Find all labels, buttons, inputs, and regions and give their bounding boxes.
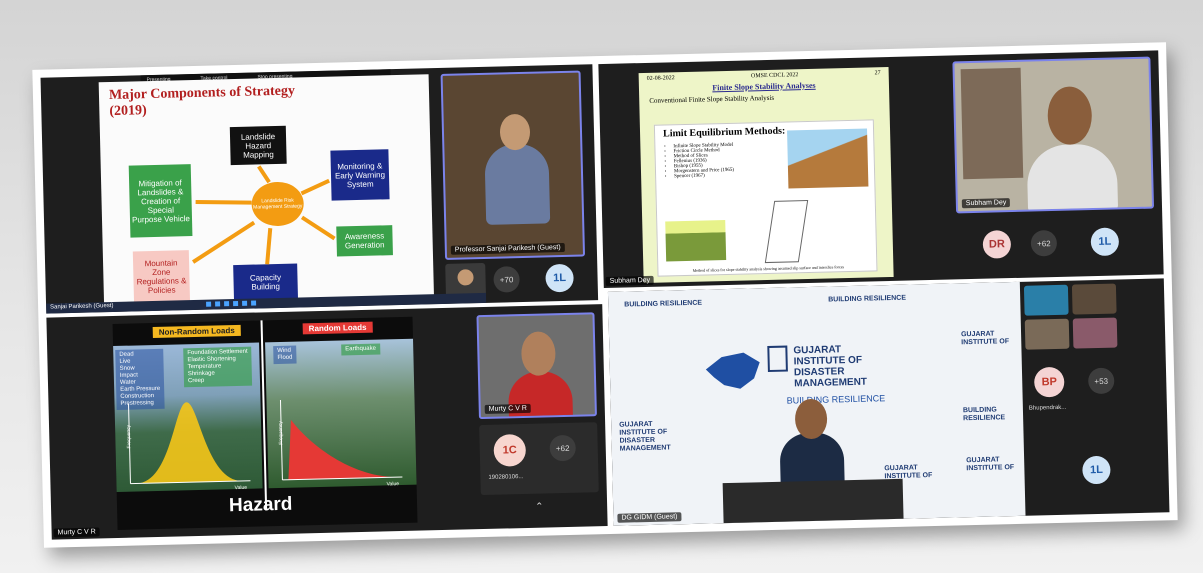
person-head [1047,86,1093,146]
gidm-logo-small: BUILDING RESILIENCE [828,295,906,305]
participant-avatar-1c[interactable]: 1C [493,433,527,467]
search-icon[interactable] [215,301,221,307]
hazard-heading: Hazard [228,493,293,517]
meeting-panel-gidm: GUJARAT INSTITUTE OF DISASTER MANAGEMENT… [607,278,1170,526]
overflow-participants-button[interactable]: +62 [1030,229,1058,257]
gidm-logo-text: GUJARAT INSTITUTE OF DISASTER MANAGEMENT [793,344,868,390]
teams-icon[interactable] [242,300,248,306]
axis-value-left: Value [234,484,248,492]
label-nonrandom-loads: Non-Random Loads [152,324,241,339]
axis-frequency-left: Frequency [125,424,133,449]
video-tile-presenter[interactable]: Subham Dey [952,56,1155,214]
org-line: INSTITUTE OF [793,354,863,368]
slide-date: 02-08-2022 [646,75,675,82]
distribution-curves [128,399,403,485]
meeting-collage: Presenting Take control Stop presenting … [32,42,1178,548]
presenter-name-tag: Murty C V R [484,403,531,414]
tagline-small: BUILDING RESILIENCE [828,294,907,304]
axis-value-right: Value [386,481,400,488]
files-icon[interactable] [224,301,230,307]
shared-slide: Major Components of Strategy (2019) Land… [98,74,434,305]
tagline-small: BUILDING RESILIENCE [962,406,1006,423]
participant-avatar-dr[interactable]: DR [982,230,1012,259]
gidm-logo-icon [767,345,788,373]
slide-page: 27 [874,70,881,77]
meeting-panel-hazard: Non-Random Loads Random Loads Dead Live … [46,304,608,540]
slide-content-box: Limit Equilibrium Methods: Infinite Slop… [653,119,878,277]
presenter-name-tag: DG GIDM (Guest) [617,512,682,523]
org-line: MANAGEMENT [619,444,671,453]
org-line: INSTITUTE OF [966,464,1015,473]
speaker-desk [722,478,904,524]
random-list: Wind Flood [273,345,297,365]
bookshelf [960,67,1024,180]
slide-caption: Method of slices for slope stability ana… [692,264,845,273]
mail-icon[interactable] [251,300,257,306]
gidm-logo-small: BUILDING RESILIENCE [624,300,702,310]
participant-thumb[interactable] [1023,284,1069,316]
person-head [520,331,556,377]
participant-thumb [457,269,474,286]
taskbar-label: Sanjai Parikesh (Guest) [50,303,114,311]
person-silhouette [484,143,551,225]
person-body [1026,143,1119,212]
shared-slide: 02-08-2022 OMSE CDCL 2022 27 Finite Slop… [638,67,894,284]
tagline-small: BUILDING RESILIENCE [624,299,703,309]
taskbar-icons[interactable] [206,300,257,307]
video-tile-presenter[interactable]: Murty C V R [476,312,597,420]
participant-thumb[interactable] [1024,318,1070,350]
meeting-panel-landslide-strategy: Presenting Take control Stop presenting … [40,64,599,314]
participant-avatar[interactable]: 1L [545,263,574,293]
gidm-logo-small: BUILDING RESILIENCE [963,406,1023,423]
slide-event: OMSE CDCL 2022 [750,72,799,80]
participant-avatar-bp[interactable]: BP [1033,366,1065,398]
arrows [191,165,336,265]
overflow-participants-button[interactable]: +62 [549,434,577,462]
overflow-participants-button[interactable]: +70 [493,266,520,293]
avatar-caption: 190280106... [488,474,524,481]
presenter-name-tag: Subham Dey [961,198,1011,209]
meeting-panel-slope-stability: 02-08-2022 OMSE CDCL 2022 27 Finite Slop… [598,50,1164,289]
axis-frequency-right: Frequency [277,421,285,445]
org-line: MANAGEMENT [794,376,868,390]
avatar-caption: Bhupendrak... [1028,404,1067,412]
gidm-logo-small: GUJARAT INSTITUTE OF [966,456,1014,473]
speaker [771,398,853,490]
collage-grid: Presenting Take control Stop presenting … [40,50,1170,540]
slope-illustration [787,128,869,189]
participant-thumb[interactable] [1071,283,1117,315]
slice-diagram [764,200,809,264]
bottom-left-name: Murty C V R [53,527,100,538]
gidm-logo-small: GUJARAT INSTITUTE OF DISASTER MANAGEMENT [619,420,671,453]
org-line: INSTITUTE OF [961,338,1010,347]
random-list-2: Earthquake [341,343,381,356]
load-item: Earthquake [345,345,377,353]
label-random-loads: Random Loads [302,321,373,335]
slices-illustration [665,220,727,262]
gujarat-map-icon [705,352,760,389]
start-icon[interactable] [206,301,212,307]
browser-icon[interactable] [233,300,239,307]
shared-slide-hazard: Non-Random Loads Random Loads Dead Live … [112,316,418,530]
gidm-backdrop: GUJARAT INSTITUTE OF DISASTER MANAGEMENT… [607,281,1026,526]
participant-thumb[interactable] [1072,317,1118,349]
participant-avatar-1l[interactable]: 1L [1090,227,1120,257]
video-tile-presenter[interactable]: Professor Sanjai Parikesh (Guest) [440,70,586,260]
participant-strip: 1C +62 190280106... [479,422,599,496]
overflow-participants-button[interactable]: +53 [1087,367,1115,395]
presenter-name-tag: Professor Sanjai Parikesh (Guest) [450,242,565,255]
bottom-left-name: Subham Dey [605,275,655,286]
gidm-logo-small: GUJARAT INSTITUTE OF [961,330,1009,347]
chevron-up-icon[interactable]: ⌃ [535,502,544,513]
load-item: Flood [277,354,293,362]
participant-avatar-1l[interactable]: 1L [1082,455,1111,485]
